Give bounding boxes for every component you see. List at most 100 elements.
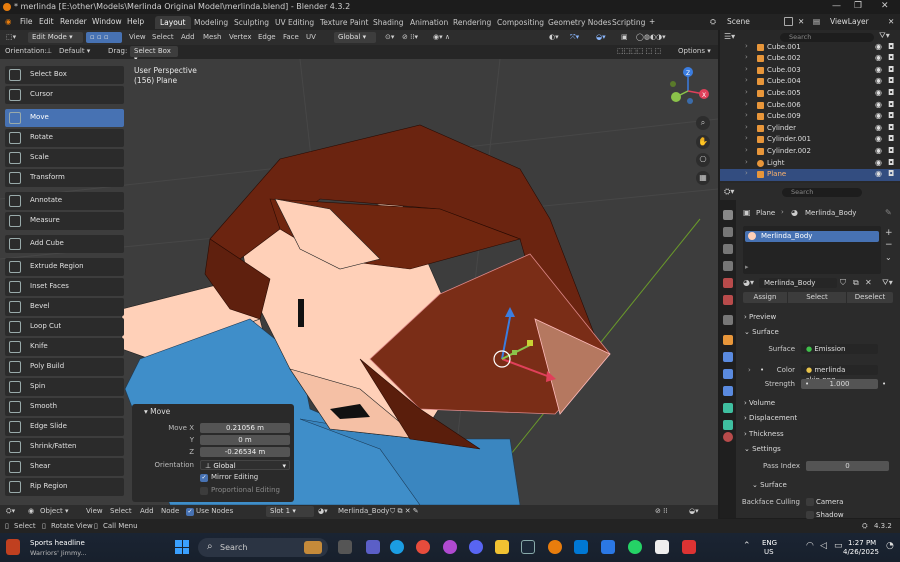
menu-file[interactable]: File	[20, 17, 33, 26]
browse-material-icon[interactable]: ◕▾	[743, 278, 754, 287]
menu-edit[interactable]: Edit	[39, 17, 54, 26]
gizmo-icon[interactable]: ⤧▾	[570, 33, 579, 42]
remove-viewlayer-icon[interactable]: ✕	[888, 17, 894, 26]
outliner-item-cube-001[interactable]: › Cube.001 ◉ ◘	[720, 42, 900, 54]
tool-extrude-region[interactable]: Extrude Region	[5, 258, 124, 276]
slot-selector[interactable]: Slot 1 ▾	[266, 506, 314, 517]
menu-uv[interactable]: UV	[306, 33, 316, 41]
material-tab-icon[interactable]	[723, 432, 733, 442]
physics-tab-icon[interactable]	[723, 386, 733, 396]
menu-face[interactable]: Face	[283, 33, 299, 41]
menu-help[interactable]: Help	[127, 17, 144, 26]
tab-compositing[interactable]: Compositing	[492, 16, 549, 29]
mirror-editing-checkbox[interactable]: ✓	[200, 474, 208, 482]
surface-shader-field[interactable]: ● Emission	[801, 344, 878, 354]
blender-menu-icon[interactable]: ◉	[5, 17, 12, 26]
taskbar-search-input[interactable]: ⌕ Search	[198, 538, 328, 557]
modifier-tab-icon[interactable]	[723, 352, 733, 362]
browse-material-bottom-icon[interactable]: ◕▾	[318, 507, 328, 515]
windows-start-icon[interactable]	[175, 540, 189, 554]
proportional-editing-checkbox[interactable]	[200, 487, 208, 495]
render-camera-icon[interactable]: ◘	[888, 158, 894, 167]
snap-icon[interactable]: ⊘ ⁞⁞▾	[402, 33, 418, 41]
tool-select-box[interactable]: Select Box	[5, 66, 124, 84]
strength-field[interactable]: 1.000	[801, 379, 878, 389]
scene-selector[interactable]: Scene	[727, 17, 750, 26]
tab-layout[interactable]: Layout	[155, 16, 191, 29]
tool-annotate[interactable]: Annotate	[5, 192, 124, 210]
select-mode-buttons[interactable]: ▫ ▫ ▫	[86, 32, 122, 43]
backface-camera-checkbox[interactable]	[806, 498, 814, 506]
pan-hand-icon[interactable]: ✋	[696, 135, 710, 149]
pivot-icon[interactable]: ⊙▾	[385, 33, 394, 41]
drag-selector[interactable]: Select Box ▾	[130, 46, 178, 63]
tool-move[interactable]: Move	[5, 109, 124, 127]
edge-browser-icon[interactable]	[390, 540, 404, 554]
properties-search-input[interactable]: Search	[782, 188, 862, 197]
render-camera-icon[interactable]: ◘	[888, 134, 894, 143]
section-volume[interactable]: › Volume	[744, 399, 775, 407]
redo-panel-title[interactable]: ▾ Move	[144, 407, 170, 416]
add-slot-button[interactable]: +	[885, 228, 893, 238]
outliner-item-light[interactable]: › Light ◉ ◘	[720, 158, 900, 170]
tool-scale[interactable]: Scale	[5, 149, 124, 167]
menu-mesh[interactable]: Mesh	[203, 33, 221, 41]
data-tab-icon[interactable]	[723, 420, 733, 430]
render-camera-icon[interactable]: ◘	[888, 53, 894, 62]
move-z-field[interactable]: -0.26534 m	[200, 447, 290, 457]
slot-specials-icon[interactable]: ⌄	[885, 253, 892, 262]
capcut-icon[interactable]	[655, 540, 669, 554]
zoom-icon[interactable]: ⌕	[696, 116, 710, 130]
camera-view-icon[interactable]: ⎔	[696, 153, 710, 167]
tool-smooth[interactable]: Smooth	[5, 398, 124, 416]
tool-poly-build[interactable]: Poly Build	[5, 358, 124, 376]
volume-icon[interactable]: ◁	[820, 541, 827, 551]
select-button[interactable]: Select	[788, 292, 846, 303]
material-slots-list[interactable]: Merlinda_Body ▸	[743, 226, 881, 274]
notification-bell-icon[interactable]: ◔	[886, 541, 894, 551]
news-headline[interactable]: Sports headline	[30, 539, 85, 547]
maximize-icon[interactable]: ❐	[854, 1, 862, 11]
eye-icon[interactable]: ◉	[875, 42, 882, 51]
tool-spin[interactable]: Spin	[5, 378, 124, 396]
steam-icon[interactable]	[521, 540, 535, 554]
expand-icon[interactable]: ▸	[745, 263, 749, 271]
section-settings[interactable]: ⌄ Settings	[744, 445, 781, 453]
new-scene-icon[interactable]	[784, 17, 793, 26]
news-subheadline[interactable]: Warriors' Jimmy...	[30, 549, 86, 557]
navigation-gizmo[interactable]: Z X	[670, 67, 709, 104]
render-camera-icon[interactable]: ◘	[888, 146, 894, 155]
strength-keyframe-icon[interactable]: •	[882, 380, 886, 388]
clock-time[interactable]: 1:27 PM	[848, 539, 876, 547]
section-thickness[interactable]: › Thickness	[744, 430, 784, 438]
section-surface-settings[interactable]: ⌄ Surface	[752, 481, 787, 489]
tool-rip-region[interactable]: Rip Region	[5, 478, 124, 496]
outliner-item-cube-003[interactable]: › Cube.003 ◉ ◘	[720, 65, 900, 77]
minimize-icon[interactable]: —	[832, 1, 841, 11]
proportional-editing-icon[interactable]: ◉▾ ∧	[433, 33, 450, 41]
menu-add[interactable]: Add	[181, 33, 195, 41]
eye-icon[interactable]: ◉	[875, 169, 882, 178]
transform-orientation-selector[interactable]: Global ▾	[334, 32, 376, 43]
eye-icon[interactable]: ◉	[875, 53, 882, 62]
outliner-editor-icon[interactable]: ☰▾	[724, 32, 735, 41]
move-y-field[interactable]: 0 m	[200, 435, 290, 445]
outliner-item-cylinder-002[interactable]: › Cylinder.002 ◉ ◘	[720, 146, 900, 158]
viewlayer-selector[interactable]: ViewLayer	[830, 17, 869, 26]
tab-shading[interactable]: Shading	[368, 16, 408, 29]
tab-texture-paint[interactable]: Texture Paint	[315, 16, 373, 29]
outliner-item-cube-006[interactable]: › Cube.006 ◉ ◘	[720, 100, 900, 112]
tool-knife[interactable]: Knife	[5, 338, 124, 356]
language-indicator[interactable]: ENG	[762, 539, 777, 547]
options-menu[interactable]: Options ▾	[678, 47, 711, 55]
remove-slot-button[interactable]: −	[885, 240, 893, 250]
chrome-icon[interactable]	[416, 540, 430, 554]
remove-scene-icon[interactable]: ✕	[798, 17, 804, 26]
task-view-icon[interactable]	[338, 540, 352, 554]
teams-icon[interactable]	[366, 540, 380, 554]
menu-render[interactable]: Render	[60, 17, 87, 26]
unlink-material-icon[interactable]: ✕	[865, 278, 872, 287]
store-icon[interactable]	[601, 540, 615, 554]
editor-type-icon[interactable]: ⬚▾	[6, 33, 16, 41]
region-indicator[interactable]: US	[764, 548, 774, 556]
